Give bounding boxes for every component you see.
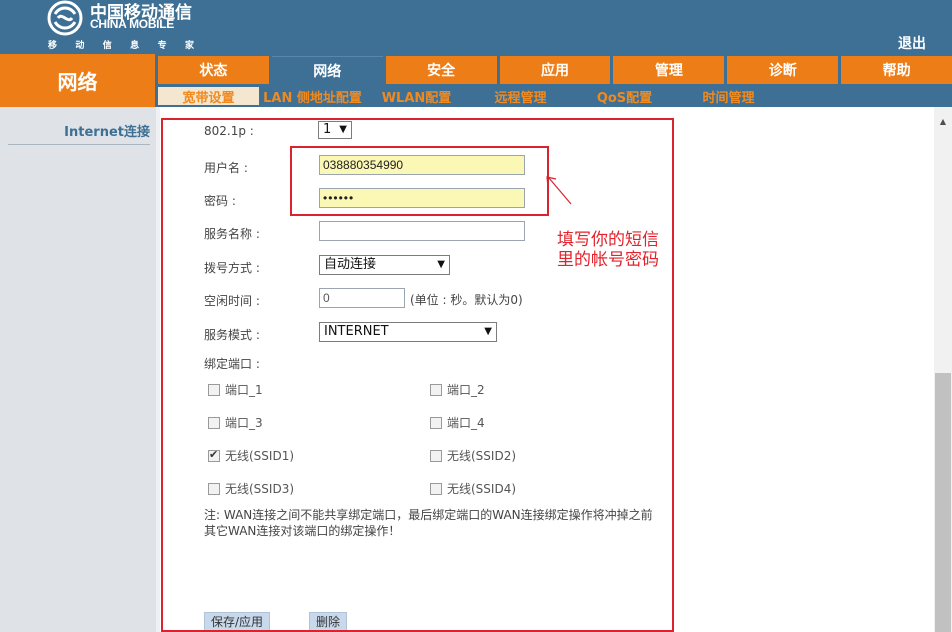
brand-english: CHINA MOBILE bbox=[90, 17, 174, 31]
logout-link[interactable]: 退出 bbox=[898, 33, 926, 53]
annotation-credentials-frame bbox=[290, 146, 549, 216]
sidebar-item-internet-connection[interactable]: Internet连接 bbox=[8, 121, 150, 145]
tab-status[interactable]: 状态 bbox=[158, 56, 269, 84]
tab-diagnostics[interactable]: 诊断 bbox=[727, 56, 839, 84]
slogan-char: 家 bbox=[184, 41, 194, 51]
annotation-text: 填写你的短信 里的帐号密码 bbox=[557, 230, 659, 270]
annotation-line-2: 里的帐号密码 bbox=[557, 250, 659, 270]
annotation-arrow-icon bbox=[546, 176, 572, 205]
slogan-char: 动 bbox=[75, 41, 85, 51]
scroll-thumb[interactable] bbox=[935, 373, 951, 632]
tab-application[interactable]: 应用 bbox=[499, 56, 611, 84]
tab-security[interactable]: 安全 bbox=[385, 56, 497, 84]
sub-tabs: 宽带设置 LAN 侧地址配置 WLAN配置 远程管理 QoS配置 时间管理 bbox=[155, 87, 952, 106]
scroll-up-arrow-icon[interactable]: ▲ bbox=[934, 117, 952, 129]
subtab-wlan[interactable]: WLAN配置 bbox=[366, 87, 467, 106]
main-tabs: 状态 网络 安全 应用 管理 诊断 帮助 bbox=[155, 56, 952, 84]
china-mobile-logo: 中国移动通信 CHINA MOBILE 移 动 信 息 专 家 bbox=[44, 0, 194, 54]
tab-management[interactable]: 管理 bbox=[613, 56, 725, 84]
slogan-char: 信 bbox=[102, 41, 112, 51]
annotation-line-1: 填写你的短信 bbox=[557, 230, 659, 250]
section-title: 网络 bbox=[0, 54, 155, 107]
subtab-time-management[interactable]: 时间管理 bbox=[678, 87, 779, 106]
navigation-bar: 网络 状态 网络 安全 应用 管理 诊断 帮助 宽带设置 LAN 侧地址配置 W… bbox=[0, 54, 952, 107]
china-mobile-logo-icon bbox=[47, 0, 83, 36]
top-banner: 中国移动通信 CHINA MOBILE 移 动 信 息 专 家 退出 bbox=[0, 0, 952, 54]
subtab-broadband[interactable]: 宽带设置 bbox=[158, 87, 259, 106]
tab-network[interactable]: 网络 bbox=[271, 56, 383, 84]
vertical-scrollbar[interactable]: ▲ bbox=[934, 107, 952, 632]
tab-help[interactable]: 帮助 bbox=[841, 56, 952, 84]
subtab-qos[interactable]: QoS配置 bbox=[574, 87, 675, 106]
subtab-remote-management[interactable]: 远程管理 bbox=[470, 87, 571, 106]
slogan-char: 专 bbox=[157, 41, 167, 51]
slogan-char: 移 bbox=[48, 41, 58, 51]
subtab-filler bbox=[782, 87, 952, 105]
brand-slogan: 移 动 信 息 专 家 bbox=[48, 38, 194, 51]
subtab-lan[interactable]: LAN 侧地址配置 bbox=[262, 87, 363, 106]
sidebar: Internet连接 bbox=[0, 107, 156, 632]
slogan-char: 息 bbox=[130, 41, 140, 51]
